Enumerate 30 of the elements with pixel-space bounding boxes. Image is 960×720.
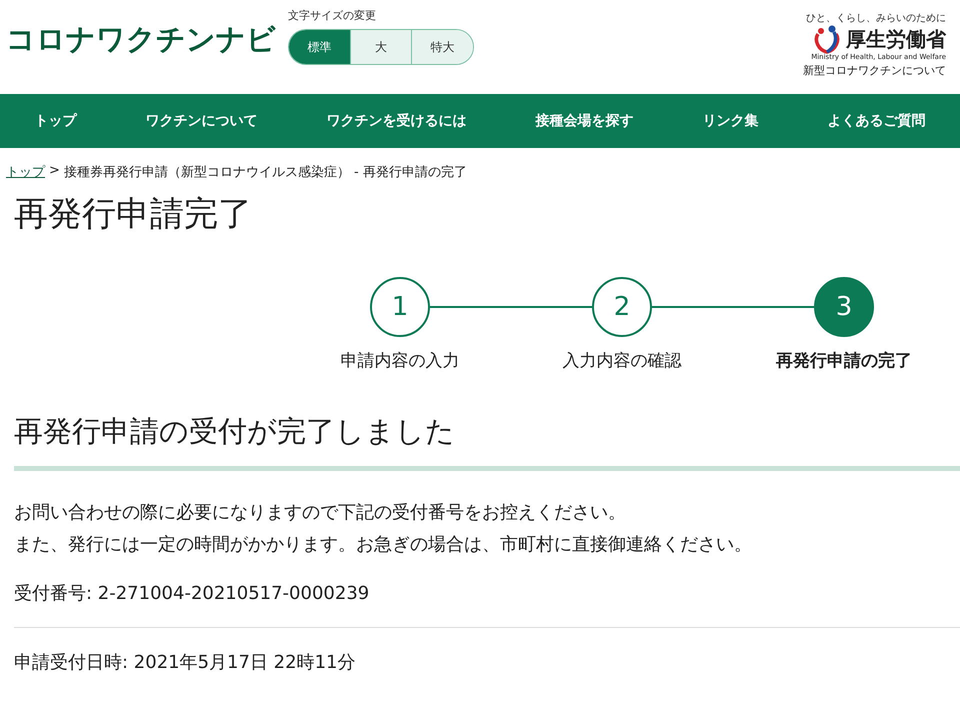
message-text: お問い合わせの際に必要になりますので下記の受付番号をお控えください。 (14, 501, 627, 525)
step-number: 3 (814, 277, 874, 337)
page-title: 再発行申請完了 (14, 193, 253, 236)
ministry-tagline: ひと、くらし、みらいのために (806, 14, 946, 24)
ministry-name: 厚生労働省 (846, 26, 946, 52)
font-size-button[interactable]: 特大 (411, 30, 473, 64)
step-number: 2 (592, 277, 652, 337)
breadcrumb-separator: > (49, 163, 60, 180)
breadcrumb-link[interactable]: トップ (6, 163, 45, 181)
step-label: 入力内容の確認 (562, 350, 682, 372)
message-text: また、発行には一定の時間がかかります。お急ぎの場合は、市町村に直接御連絡ください。 (14, 533, 753, 557)
ministry-subtitle[interactable]: 新型コロナワクチンについて (803, 63, 946, 78)
section-heading: 再発行申請の受付が完了しました (14, 412, 960, 471)
step-number: 1 (370, 277, 430, 337)
font-size-button[interactable]: 標準 (289, 30, 350, 64)
nav-link[interactable]: トップ (34, 112, 76, 130)
nav-link[interactable]: ワクチンを受けるには (326, 112, 466, 130)
breadcrumb-current: 接種券再発行申請（新型コロナウイルス感染症） - 再発行申請の完了 (64, 164, 467, 181)
step-label: 再発行申請の完了 (776, 350, 912, 372)
step-label: 申請内容の入力 (340, 350, 460, 372)
nav-link[interactable]: 接種会場を探す (536, 112, 634, 130)
receipt-number: 受付番号: 2-271004-20210517-0000239 (14, 582, 370, 605)
nav-link[interactable]: ワクチンについて (146, 112, 258, 130)
ministry-logo-icon (812, 24, 842, 54)
nav-link[interactable]: よくあるご質問 (828, 112, 926, 130)
font-size-button[interactable]: 大 (350, 30, 412, 64)
site-logo[interactable]: コロナワクチンナビ (6, 22, 276, 57)
nav-link[interactable]: リンク集 (702, 112, 758, 130)
font-size-label: 文字サイズの変更 (288, 8, 377, 23)
application-datetime: 申請受付日時: 2021年5月17日 22時11分 (14, 651, 356, 674)
